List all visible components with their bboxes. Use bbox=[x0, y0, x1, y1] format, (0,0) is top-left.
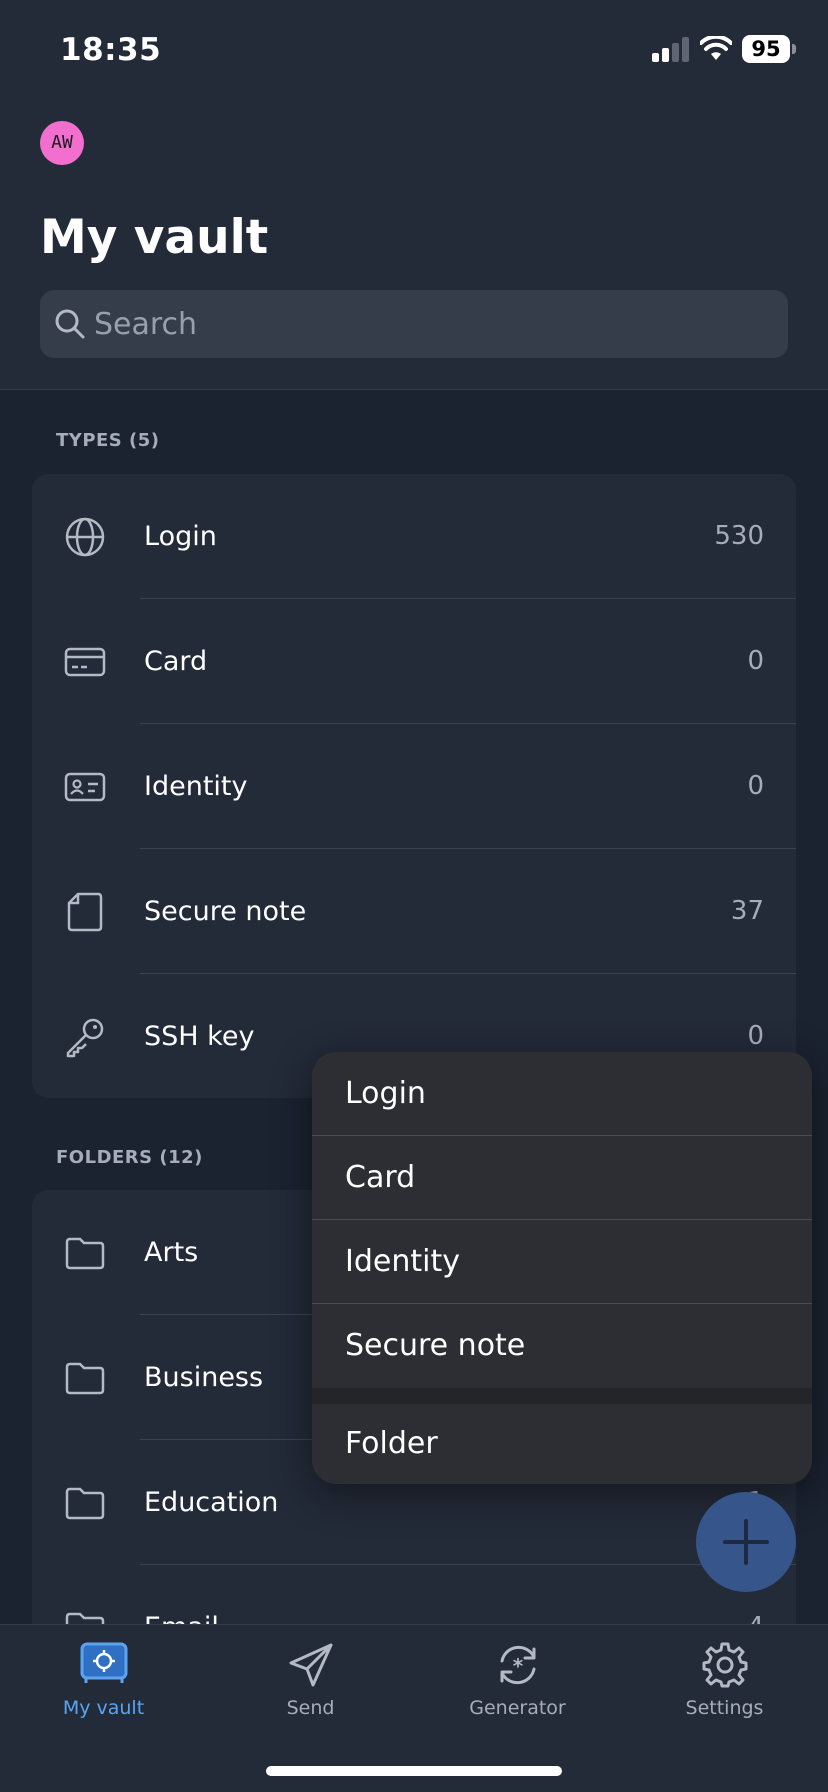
key-icon bbox=[66, 1018, 104, 1058]
page-title: My vault bbox=[40, 210, 269, 265]
globe-icon bbox=[65, 517, 105, 557]
menu-item-identity[interactable]: Identity bbox=[312, 1220, 812, 1304]
menu-item-login[interactable]: Login bbox=[312, 1052, 812, 1136]
status-time: 18:35 bbox=[60, 32, 162, 68]
battery-level: 95 bbox=[742, 35, 790, 63]
cellular-signal-icon bbox=[652, 36, 690, 62]
folder-label: Education bbox=[144, 1487, 279, 1518]
type-count: 0 bbox=[747, 771, 764, 801]
type-count: 530 bbox=[714, 521, 764, 551]
tab-my-vault[interactable]: My vault bbox=[0, 1625, 207, 1735]
type-label: Secure note bbox=[144, 896, 307, 927]
add-item-button[interactable] bbox=[696, 1492, 796, 1592]
status-bar: 18:35 95 bbox=[0, 0, 828, 100]
note-icon bbox=[67, 892, 103, 932]
home-indicator[interactable] bbox=[266, 1766, 562, 1776]
generator-icon: * bbox=[500, 1645, 536, 1685]
folder-icon bbox=[65, 1362, 105, 1395]
wifi-icon bbox=[700, 36, 732, 60]
type-count: 0 bbox=[747, 646, 764, 676]
type-label: SSH key bbox=[144, 1021, 255, 1052]
menu-item-folder[interactable]: Folder bbox=[312, 1402, 812, 1484]
header: 18:35 95 AW My vault bbox=[0, 0, 828, 390]
tab-label: My vault bbox=[62, 1697, 145, 1719]
battery-tip-icon bbox=[792, 44, 796, 54]
type-label: Identity bbox=[144, 771, 248, 802]
tab-label: Generator bbox=[469, 1697, 566, 1719]
folder-label: Business bbox=[144, 1362, 264, 1393]
tab-generator[interactable]: * Generator bbox=[414, 1625, 621, 1735]
id-card-icon bbox=[64, 772, 106, 802]
tab-settings[interactable]: Settings bbox=[621, 1625, 828, 1735]
search-input[interactable] bbox=[94, 290, 774, 358]
folder-icon bbox=[65, 1487, 105, 1520]
search-icon bbox=[55, 309, 85, 339]
tab-label: Send bbox=[286, 1697, 335, 1719]
plus-icon bbox=[723, 1519, 769, 1565]
folder-label: Arts bbox=[144, 1237, 199, 1268]
type-label: Login bbox=[144, 521, 217, 552]
folder-icon bbox=[65, 1237, 105, 1270]
gear-icon bbox=[702, 1642, 748, 1688]
folders-section-label: FOLDERS (12) bbox=[56, 1147, 203, 1168]
tab-label: Settings bbox=[685, 1697, 764, 1719]
send-icon bbox=[289, 1643, 333, 1687]
type-row-identity[interactable]: Identity 0 bbox=[32, 724, 796, 849]
card-icon bbox=[64, 647, 106, 677]
search-bar[interactable] bbox=[40, 290, 788, 358]
type-row-secure-note[interactable]: Secure note 37 bbox=[32, 849, 796, 974]
type-row-login[interactable]: Login 530 bbox=[32, 474, 796, 599]
menu-item-card[interactable]: Card bbox=[312, 1136, 812, 1220]
type-row-card[interactable]: Card 0 bbox=[32, 599, 796, 724]
type-label: Card bbox=[144, 646, 208, 677]
type-count: 37 bbox=[730, 896, 764, 926]
vault-icon bbox=[80, 1642, 128, 1683]
types-card: Login 530 Card 0 Identity 0 Secure note … bbox=[32, 474, 796, 1098]
avatar[interactable]: AW bbox=[40, 121, 84, 165]
add-item-menu: Login Card Identity Secure note Folder bbox=[312, 1052, 812, 1484]
tab-send[interactable]: Send bbox=[207, 1625, 414, 1735]
types-section-label: TYPES (5) bbox=[56, 430, 160, 451]
menu-item-secure-note[interactable]: Secure note bbox=[312, 1304, 812, 1388]
svg-text:*: * bbox=[513, 1654, 524, 1678]
